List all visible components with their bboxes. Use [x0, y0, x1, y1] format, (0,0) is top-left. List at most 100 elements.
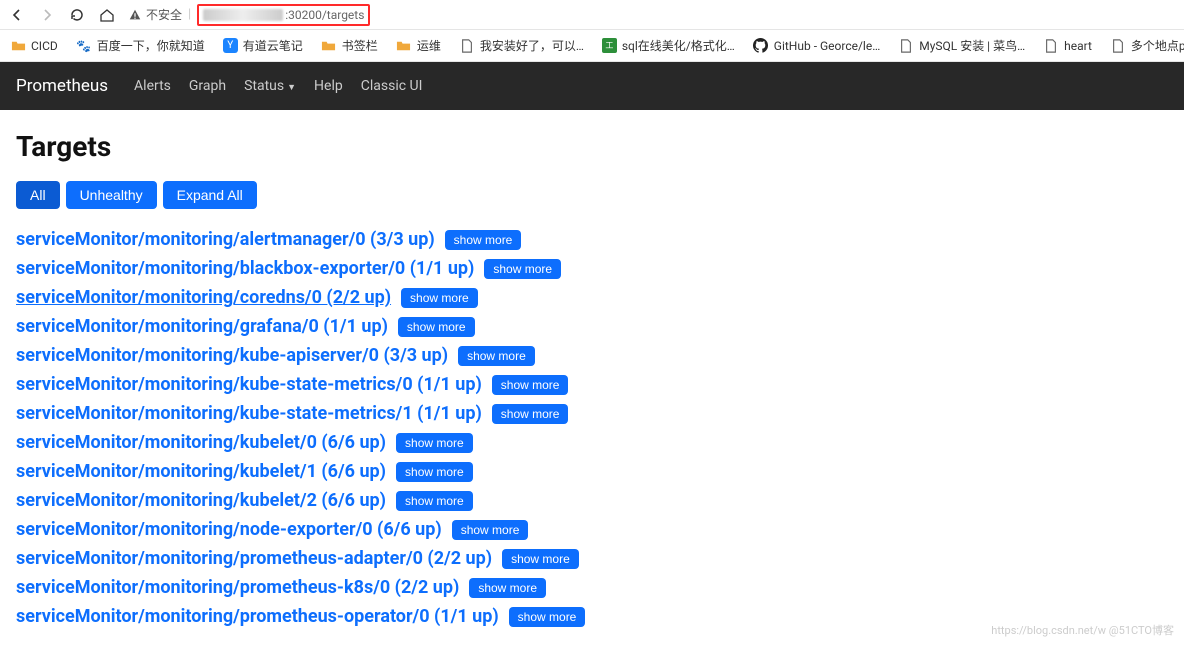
show-more-button[interactable]: show more	[492, 404, 569, 424]
filter-unhealthy-button[interactable]: Unhealthy	[66, 181, 157, 209]
target-link[interactable]: serviceMonitor/monitoring/kube-state-met…	[16, 374, 482, 395]
bookmark-label: GitHub - Georce/le…	[774, 39, 880, 53]
back-button[interactable]	[8, 6, 26, 24]
blurred-host	[203, 9, 283, 21]
chevron-down-icon: ▼	[287, 83, 296, 93]
show-more-button[interactable]: show more	[396, 433, 473, 453]
bookmark-item[interactable]: MySQL 安装 | 菜鸟…	[898, 37, 1025, 54]
watermark: https://blog.csdn.net/w @51CTO博客	[991, 622, 1174, 638]
show-more-button[interactable]: show more	[401, 288, 478, 308]
nav-link-classic-ui[interactable]: Classic UI	[361, 78, 423, 94]
nav-link-status[interactable]: Status▼	[244, 78, 296, 94]
targets-list: serviceMonitor/monitoring/alertmanager/0…	[16, 229, 1168, 627]
baidu-icon: 🐾	[76, 38, 92, 54]
bookmarks-bar: CICD 🐾 百度一下，你就知道 Y 有道云笔记 书签栏 运维 我安装好了，可以… 工 sql在线…	[0, 30, 1184, 62]
bookmark-label: 百度一下，你就知道	[97, 37, 205, 54]
target-row: serviceMonitor/monitoring/kube-state-met…	[16, 374, 1168, 395]
insecure-badge: 不安全	[128, 6, 182, 23]
target-row: serviceMonitor/monitoring/kubelet/2 (6/6…	[16, 490, 1168, 511]
insecure-label: 不安全	[146, 6, 182, 23]
reload-button[interactable]	[68, 6, 86, 24]
page-title: Targets	[16, 130, 1168, 163]
bookmark-item[interactable]: 工 sql在线美化/格式化…	[602, 37, 735, 54]
bookmark-item[interactable]: 书签栏	[321, 37, 378, 54]
folder-icon	[396, 38, 412, 54]
arrow-right-icon	[39, 7, 55, 23]
show-more-button[interactable]: show more	[484, 259, 561, 279]
bookmark-label: sql在线美化/格式化…	[622, 37, 735, 54]
bookmark-item[interactable]: 多个地点ping[159.1…	[1110, 37, 1184, 54]
target-row: serviceMonitor/monitoring/kubelet/1 (6/6…	[16, 461, 1168, 482]
url-visible: :30200/targets	[285, 8, 364, 22]
bookmark-item[interactable]: 运维	[396, 37, 441, 54]
bookmark-label: 书签栏	[342, 37, 378, 54]
bookmark-label: 我安装好了，可以…	[480, 37, 584, 54]
bookmark-label: heart	[1064, 39, 1092, 53]
target-row: serviceMonitor/monitoring/node-exporter/…	[16, 519, 1168, 540]
target-link[interactable]: serviceMonitor/monitoring/kube-apiserver…	[16, 345, 448, 366]
browser-toolbar: 不安全 | :30200/targets	[0, 0, 1184, 30]
home-button[interactable]	[98, 6, 116, 24]
target-row: serviceMonitor/monitoring/blackbox-expor…	[16, 258, 1168, 279]
folder-icon	[10, 38, 26, 54]
url-text: :30200/targets	[197, 4, 370, 26]
target-row: serviceMonitor/monitoring/alertmanager/0…	[16, 229, 1168, 250]
bookmark-item[interactable]: 我安装好了，可以…	[459, 37, 584, 54]
nav-link-alerts[interactable]: Alerts	[134, 78, 171, 94]
show-more-button[interactable]: show more	[396, 491, 473, 511]
brand[interactable]: Prometheus	[16, 76, 108, 96]
bookmark-item[interactable]: 🐾 百度一下，你就知道	[76, 37, 205, 54]
filter-all-button[interactable]: All	[16, 181, 60, 209]
target-link[interactable]: serviceMonitor/monitoring/grafana/0 (1/1…	[16, 316, 388, 337]
youdao-icon: Y	[223, 38, 238, 53]
page-icon	[898, 38, 914, 54]
target-link[interactable]: serviceMonitor/monitoring/kubelet/2 (6/6…	[16, 490, 386, 511]
show-more-button[interactable]: show more	[509, 607, 586, 627]
target-link[interactable]: serviceMonitor/monitoring/prometheus-k8s…	[16, 577, 459, 598]
arrow-left-icon	[9, 7, 25, 23]
target-row: serviceMonitor/monitoring/prometheus-k8s…	[16, 577, 1168, 598]
show-more-button[interactable]: show more	[445, 230, 522, 250]
target-link[interactable]: serviceMonitor/monitoring/prometheus-ope…	[16, 606, 499, 627]
target-row: serviceMonitor/monitoring/kube-state-met…	[16, 403, 1168, 424]
show-more-button[interactable]: show more	[398, 317, 475, 337]
target-row: serviceMonitor/monitoring/grafana/0 (1/1…	[16, 316, 1168, 337]
prometheus-navbar: Prometheus Alerts Graph Status▼ Help Classic…	[0, 62, 1184, 110]
show-more-button[interactable]: show more	[492, 375, 569, 395]
bookmark-item[interactable]: GitHub - Georce/le…	[753, 38, 880, 54]
bookmark-label: MySQL 安装 | 菜鸟…	[919, 37, 1025, 54]
show-more-button[interactable]: show more	[502, 549, 579, 569]
target-link[interactable]: serviceMonitor/monitoring/kubelet/0 (6/6…	[16, 432, 386, 453]
target-link[interactable]: serviceMonitor/monitoring/blackbox-expor…	[16, 258, 474, 279]
target-link[interactable]: serviceMonitor/monitoring/coredns/0 (2/2…	[16, 287, 391, 308]
target-link[interactable]: serviceMonitor/monitoring/node-exporter/…	[16, 519, 442, 540]
filter-buttons: All Unhealthy Expand All	[16, 181, 1168, 209]
bookmark-item[interactable]: CICD	[10, 38, 58, 54]
address-bar[interactable]: 不安全 | :30200/targets	[128, 4, 1176, 26]
github-icon	[753, 38, 769, 54]
target-row: serviceMonitor/monitoring/coredns/0 (2/2…	[16, 287, 1168, 308]
target-link[interactable]: serviceMonitor/monitoring/kubelet/1 (6/6…	[16, 461, 386, 482]
expand-all-button[interactable]: Expand All	[163, 181, 257, 209]
target-row: serviceMonitor/monitoring/kubelet/0 (6/6…	[16, 432, 1168, 453]
forward-button[interactable]	[38, 6, 56, 24]
show-more-button[interactable]: show more	[458, 346, 535, 366]
page-content: Targets All Unhealthy Expand All service…	[0, 110, 1184, 665]
target-link[interactable]: serviceMonitor/monitoring/prometheus-ada…	[16, 548, 492, 569]
show-more-button[interactable]: show more	[452, 520, 529, 540]
page-icon	[1110, 38, 1126, 54]
target-link[interactable]: serviceMonitor/monitoring/kube-state-met…	[16, 403, 482, 424]
page-icon	[459, 38, 475, 54]
nav-link-help[interactable]: Help	[314, 78, 343, 94]
show-more-button[interactable]: show more	[469, 578, 546, 598]
page-icon	[1043, 38, 1059, 54]
nav-link-graph[interactable]: Graph	[189, 78, 226, 94]
bookmark-label: CICD	[31, 39, 58, 53]
bookmark-label: 有道云笔记	[243, 37, 303, 54]
bookmark-item[interactable]: heart	[1043, 38, 1092, 54]
sql-icon: 工	[602, 38, 617, 53]
show-more-button[interactable]: show more	[396, 462, 473, 482]
target-link[interactable]: serviceMonitor/monitoring/alertmanager/0…	[16, 229, 435, 250]
bookmark-item[interactable]: Y 有道云笔记	[223, 37, 303, 54]
bookmark-label: 多个地点ping[159.1…	[1131, 37, 1184, 54]
